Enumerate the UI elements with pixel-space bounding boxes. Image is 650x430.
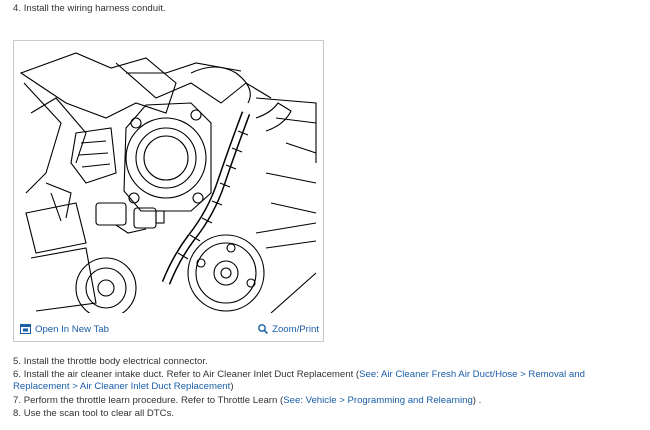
zoom-print-label: Zoom/Print — [272, 323, 319, 335]
step-4: 4. Install the wiring harness conduit. — [13, 3, 166, 15]
zoom-icon — [258, 324, 269, 334]
step-number: 8. — [13, 408, 22, 419]
step-number: 4. — [13, 3, 22, 14]
step-5: 5. Install the throttle body electrical … — [13, 356, 208, 368]
step-text: Use the scan tool to clear all DTCs. — [23, 408, 175, 419]
step-8: 8. Use the scan tool to clear all DTCs. — [13, 408, 174, 420]
step-number: 6. — [13, 369, 22, 380]
step-number: 5. — [13, 356, 22, 367]
step-text: Install the air cleaner intake duct. Ref… — [23, 369, 360, 380]
step-number: 7. — [13, 395, 22, 406]
open-in-new-tab-button[interactable]: Open In New Tab — [20, 324, 109, 335]
throttle-body-illustration — [19, 52, 317, 313]
open-in-new-tab-label: Open In New Tab — [35, 323, 109, 335]
programming-relearning-link[interactable]: See: Vehicle > Programming and Relearnin… — [283, 395, 473, 406]
step-text: Install the wiring harness conduit. — [23, 3, 166, 14]
open-in-new-tab-icon — [20, 324, 31, 334]
zoom-print-button[interactable]: Zoom/Print — [258, 324, 319, 335]
illustration-figure: Open In New Tab Zoom/Print — [13, 40, 324, 342]
step-text-after: ) — [230, 381, 234, 392]
step-7: 7. Perform the throttle learn procedure.… — [13, 395, 481, 407]
step-6: 6. Install the air cleaner intake duct. … — [13, 369, 638, 393]
step-text: Perform the throttle learn procedure. Re… — [23, 395, 284, 406]
step-text: Install the throttle body electrical con… — [23, 356, 208, 367]
step-text-after: ) . — [472, 395, 482, 406]
figure-footer: Open In New Tab Zoom/Print — [14, 317, 323, 341]
